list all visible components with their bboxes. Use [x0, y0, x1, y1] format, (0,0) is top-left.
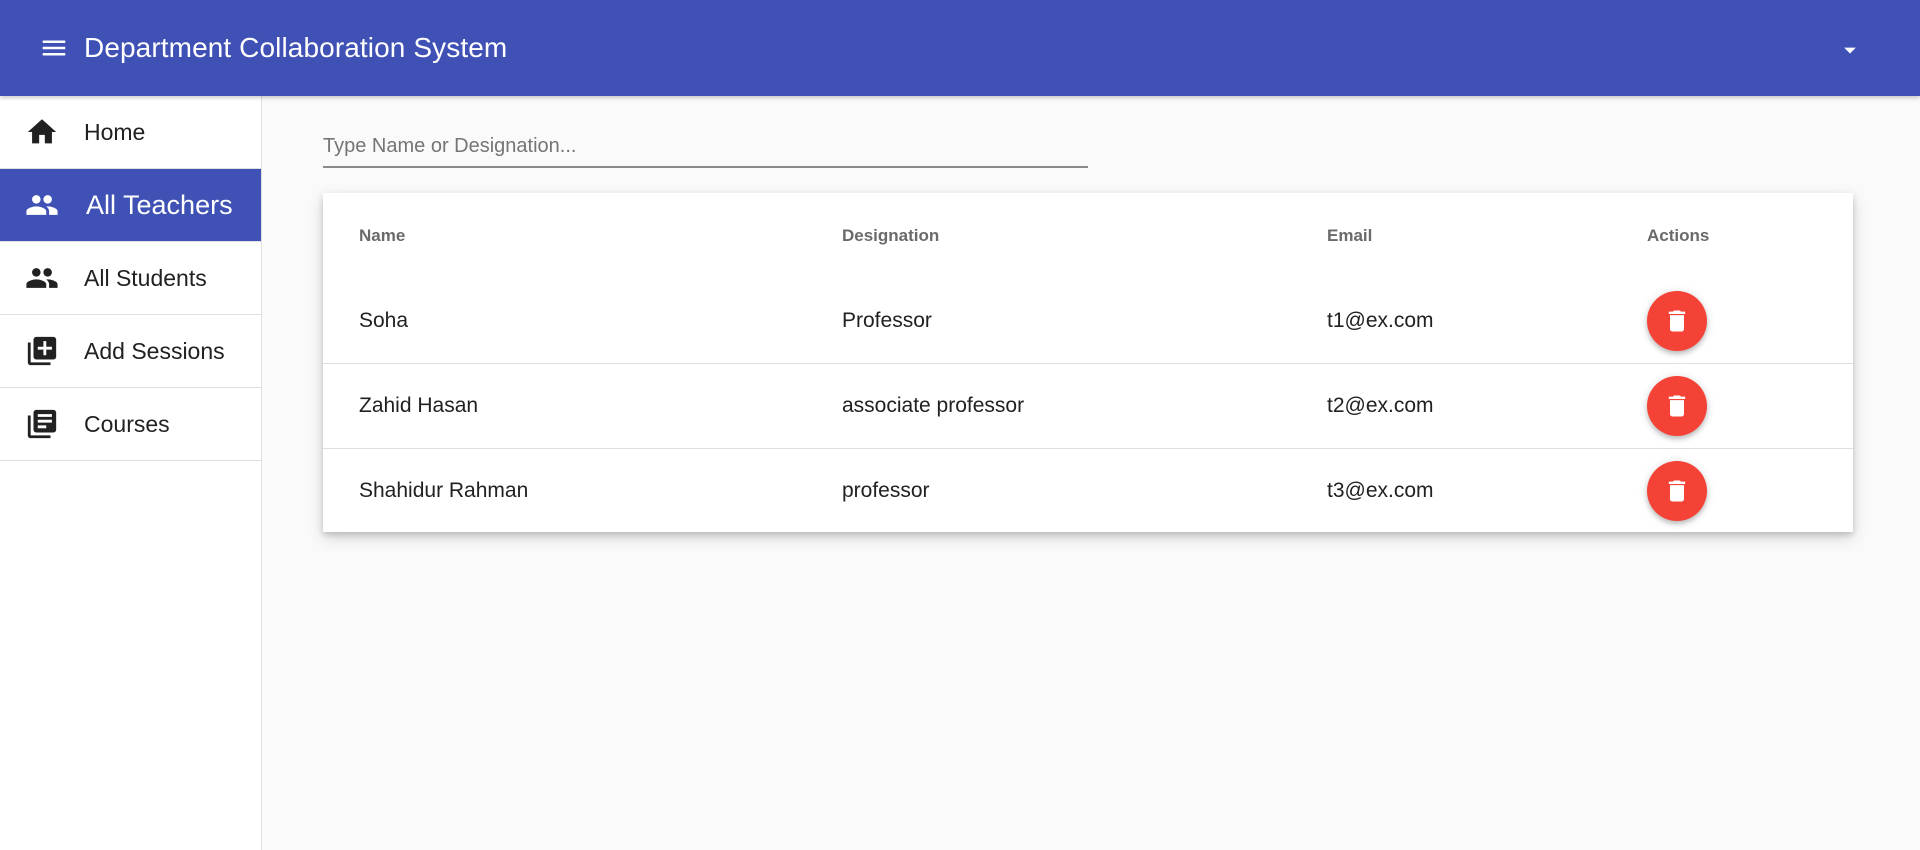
- app-title: Department Collaboration System: [84, 32, 508, 63]
- sidebar-item-label: All Teachers: [86, 189, 233, 220]
- sidebar-item-courses[interactable]: Courses: [0, 388, 261, 461]
- people-icon: [24, 187, 60, 223]
- column-header-designation[interactable]: Designation: [842, 226, 939, 246]
- teacher-email: t3@ex.com: [1327, 479, 1434, 502]
- home-icon: [24, 114, 60, 150]
- search-field: [323, 128, 1088, 168]
- sidebar-item-label: All Students: [84, 264, 207, 291]
- sidebar-item-all-students[interactable]: All Students: [0, 242, 261, 315]
- library-add-icon: [24, 333, 60, 369]
- delete-button[interactable]: [1647, 461, 1707, 521]
- teacher-name: Shahidur Rahman: [359, 479, 529, 502]
- sidebar-item-label: Courses: [84, 410, 170, 437]
- delete-button[interactable]: [1647, 290, 1707, 351]
- app-bar: Department Collaboration System: [0, 0, 1920, 96]
- teacher-email: t2@ex.com: [1327, 394, 1434, 417]
- delete-icon: [1668, 395, 1686, 417]
- table-header: Name Designation Email Actions: [323, 193, 1853, 278]
- delete-icon: [1668, 480, 1686, 502]
- menu-icon: [42, 40, 66, 56]
- teachers-table: Name Designation Email Actions Soha Prof…: [323, 193, 1853, 532]
- teacher-designation: Professor: [842, 308, 932, 332]
- delete-icon: [1668, 310, 1686, 331]
- sidebar-item-home[interactable]: Home: [0, 96, 261, 169]
- teacher-name: Soha: [359, 308, 409, 332]
- column-header-actions: Actions: [1647, 225, 1710, 245]
- sidebar-item-all-teachers[interactable]: All Teachers: [0, 169, 261, 242]
- column-header-name[interactable]: Name: [359, 226, 405, 246]
- sidebar-item-label: Home: [84, 118, 146, 145]
- teacher-name: Zahid Hasan: [359, 394, 479, 417]
- search-input[interactable]: [323, 128, 1088, 164]
- sidebar: Home All Teachers All Students Add Sessi…: [0, 96, 262, 850]
- sidebar-item-label: Add Sessions: [84, 337, 225, 364]
- column-header-email[interactable]: Email: [1327, 226, 1372, 246]
- teacher-email: t1@ex.com: [1327, 308, 1434, 332]
- teacher-designation: professor: [842, 479, 930, 502]
- sidebar-item-add-sessions[interactable]: Add Sessions: [0, 315, 261, 388]
- menu-button[interactable]: [36, 30, 72, 66]
- table-row: Soha Professor t1@ex.com: [323, 278, 1853, 363]
- delete-button[interactable]: [1647, 376, 1707, 436]
- library-books-icon: [24, 406, 60, 442]
- arrow-drop-down-icon: [1844, 47, 1856, 54]
- teacher-designation: associate professor: [842, 394, 1025, 417]
- account-dropdown-button[interactable]: [1836, 36, 1864, 64]
- people-icon: [24, 260, 60, 296]
- table-row: Shahidur Rahman professor t3@ex.com: [323, 448, 1853, 533]
- table-row: Zahid Hasan associate professor t2@ex.co…: [323, 363, 1853, 448]
